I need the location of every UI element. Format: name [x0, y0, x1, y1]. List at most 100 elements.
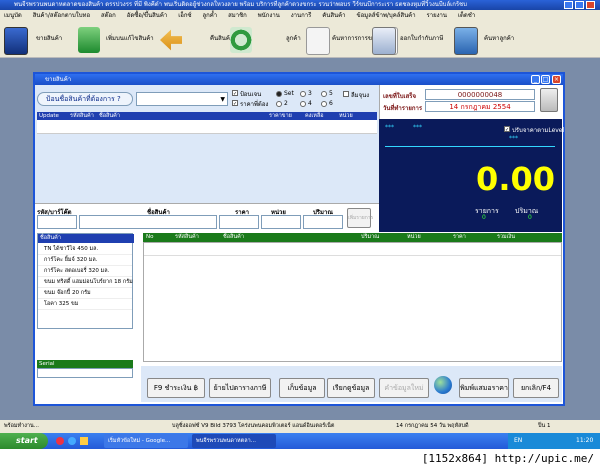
items-count-value: 0 [482, 214, 486, 221]
menu-item[interactable]: คันสินค้า [322, 12, 345, 19]
save-data-button[interactable]: เก็บข้อมูล [279, 378, 325, 398]
language-indicator[interactable]: EN [514, 433, 522, 449]
list-item[interactable]: การ์โคะ ยิ้มจ์ 320 มล. [38, 255, 132, 266]
radio-set-label: Set [284, 90, 294, 97]
toolbar-search-customer-button[interactable]: ค้นหาลูกค้า [454, 23, 524, 55]
list-item[interactable]: ขนม จ๊อกปี้ 20 กรัม [38, 288, 132, 299]
add-product-icon [78, 27, 100, 53]
total-amount: 0.00 [476, 160, 555, 198]
menu-item[interactable]: เมนูบัด [4, 12, 22, 19]
menu-item[interactable]: เอ็กซ์ [178, 12, 191, 19]
globe-icon[interactable] [434, 376, 452, 394]
refresh-icon [230, 27, 252, 53]
price-level-checkbox[interactable]: ✓ [504, 126, 510, 133]
toolbar-invoice-button[interactable]: ออกใบกำกับภาษี [372, 23, 452, 55]
move-to-tax-table-button[interactable]: ย้ายไปตารางภาษี [209, 378, 271, 398]
status-left: พร้อมทำงาน... [4, 423, 40, 429]
sale-window-maximize-button[interactable]: □ [541, 75, 550, 84]
quicklaunch-ie-icon[interactable] [68, 437, 76, 445]
radio-2-label: 2 [284, 100, 288, 107]
list-item[interactable]: การ์โคะ สตอเบอรี่ 320 มล. [38, 266, 132, 277]
quantity-input[interactable] [303, 215, 343, 229]
price-input[interactable] [219, 215, 259, 229]
toolbar-add-product-button[interactable]: เพิ่มบนแก้ไขสินค้า [78, 23, 158, 55]
print-quotation-button[interactable]: พิมพ์แสมอราคา [459, 378, 509, 398]
app-maximize-button[interactable] [575, 1, 584, 9]
status-mid: บลูชิ่งออฟซ์ V9 Bild 3793 โคร่งนพนคอมพิว… [172, 423, 335, 429]
sale-window-title: ขายสินค้า [45, 76, 72, 83]
price-label: ราคาพี่ต้อง [240, 101, 269, 108]
radio-4[interactable] [300, 101, 306, 107]
invoice-icon [372, 27, 396, 55]
menu-item[interactable]: ข้อมูลส์ข้าพ/บุคล์สินค้า [356, 12, 415, 19]
display-marker-right: *** [413, 124, 422, 131]
quick-product-list: ชื่อสินค้า TN ได้ชาวีไจ 450 มล. การ์โคะ … [37, 233, 134, 329]
product-grid-body [37, 135, 377, 203]
quantity-value: 0 [528, 214, 532, 221]
sale-items-grid[interactable] [143, 242, 562, 362]
start-button[interactable]: start [0, 433, 48, 449]
new-data-button[interactable]: คำข้อมูลใหม่ [379, 378, 429, 398]
taskbar-task-active[interactable]: พนจีรพรวนพนดาหตลา... [192, 434, 276, 448]
watermark-text: [1152x864] http://upic.me/ [421, 452, 594, 465]
customer-icon [306, 27, 330, 55]
member-label: ลืมจุนง [351, 92, 370, 99]
menu-item[interactable]: เด็ดชำ [458, 12, 475, 19]
product-grid[interactable] [37, 120, 377, 134]
taskbar-task[interactable]: เริ่มหัวข้อใหม่ - Google... [104, 434, 188, 448]
list-item[interactable]: ขนม ทริสดี้ แฮมม่อนโบร์ยาก 18 กรัม [38, 277, 133, 288]
app-title: พนจีรพรวนพนดาหตลาดของสินค้า ดรรปวงรร ที่… [14, 1, 467, 8]
menu-item[interactable]: ลูกค้ำ [202, 12, 217, 19]
receipt-number: 0000000048 [425, 89, 535, 100]
product-search-dropdown[interactable]: ▼ [136, 92, 228, 106]
serial-input[interactable] [37, 368, 133, 378]
menu-item[interactable]: งานการี [291, 12, 312, 19]
quantity-label: ปริมาณ [515, 207, 539, 215]
member-checkbox[interactable] [343, 91, 349, 97]
radio-2[interactable] [276, 101, 282, 107]
code-input[interactable] [37, 215, 77, 229]
list-item[interactable]: โอคา 325 ขม [38, 299, 132, 310]
footer: [1152x864] http://upic.me/ [0, 449, 600, 469]
chevron-down-icon: ▼ [220, 96, 225, 103]
quicklaunch-chrome-icon[interactable] [56, 437, 64, 445]
radio-set[interactable] [276, 91, 282, 97]
sale-window-minimize-button[interactable]: _ [531, 75, 540, 84]
pay-button[interactable]: F9 ชำระเงิน ฿ [147, 378, 205, 398]
radio-4-label: 4 [308, 100, 312, 107]
toolbar-customer-button[interactable]: ลูกค้า [268, 23, 330, 55]
return-icon [160, 29, 182, 51]
price-checkbox[interactable]: ✓ [232, 100, 238, 107]
view-data-button[interactable]: เรียกดูข้อมูล [327, 378, 375, 398]
menu-item[interactable]: สินค้า/สต๊อกตาบใบทอ [33, 12, 90, 19]
menu-item[interactable]: สมาชิก [228, 12, 247, 19]
toolbar-sell-button[interactable]: ขายสินค้า [4, 23, 72, 55]
status-version: ป็น 1 [538, 423, 551, 429]
radio-3[interactable] [300, 91, 306, 97]
calculator-icon[interactable] [540, 88, 558, 112]
toolbar: ขายสินค้า เพิ่มบนแก้ไขสินค้า คืนสินค้า ล… [0, 21, 600, 58]
menu-item[interactable]: รายงาน [426, 12, 447, 19]
display-marker-mid: *** [509, 135, 518, 142]
unit-input[interactable] [261, 215, 301, 229]
quicklaunch-folder-icon[interactable] [80, 437, 88, 445]
radio-6-label: 6 [329, 100, 333, 107]
menu-item[interactable]: อัดซื้อ/ขึ้นสินค้า [127, 12, 168, 19]
sale-window-titlebar: ขายสินค้า [35, 74, 563, 85]
app-minimize-button[interactable] [564, 1, 573, 9]
radio-5[interactable] [321, 91, 327, 97]
display-marker-left: *** [385, 124, 394, 131]
discount-checkbox[interactable]: ✓ [232, 90, 238, 97]
list-item[interactable]: TN ได้ชาวีไจ 450 มล. [38, 244, 132, 255]
toolbar-refresh-button[interactable] [230, 23, 260, 55]
menu-item[interactable]: สต๊อก [101, 12, 116, 19]
menu-item[interactable]: พนักงาน [258, 12, 280, 19]
radio-6[interactable] [321, 101, 327, 107]
cancel-button[interactable]: ยกเลิก/F4 [513, 378, 559, 398]
product-search-field[interactable]: ป้อนชื่อสินค้าที่ต้องการ ? [37, 92, 133, 106]
app-close-button[interactable] [586, 1, 595, 9]
sale-window-close-button[interactable]: × [552, 75, 561, 84]
display-divider [385, 146, 555, 147]
add-item-button[interactable]: เพิ่มรายการ [347, 208, 373, 228]
name-input[interactable] [79, 215, 217, 229]
